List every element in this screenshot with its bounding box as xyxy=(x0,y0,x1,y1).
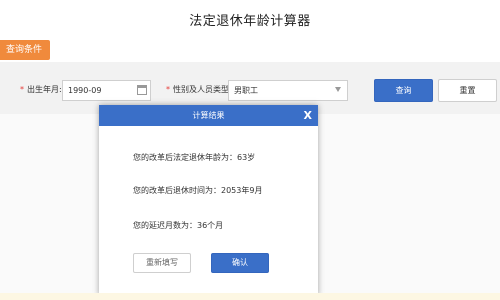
retirement-date-text: 您的改革后退休时间为：2053年9月 xyxy=(133,186,263,195)
birth-date-input[interactable]: 1990-09 xyxy=(62,80,151,101)
chevron-down-icon xyxy=(335,87,341,92)
refill-button[interactable]: 重新填写 xyxy=(133,253,191,273)
result-dialog: 计算结果 X 您的改革后法定退休年龄为：63岁 您的改革后退休时间为：2053年… xyxy=(99,105,318,296)
birth-label-group: * 出生年月: xyxy=(20,85,62,95)
birth-label: 出生年月: xyxy=(27,85,62,94)
dialog-header: 计算结果 X xyxy=(99,105,318,126)
calendar-icon[interactable] xyxy=(137,85,147,95)
birth-date-value: 1990-09 xyxy=(68,86,102,95)
required-marker: * xyxy=(166,85,170,94)
category-value: 男职工 xyxy=(234,86,258,95)
query-button[interactable]: 查询 xyxy=(374,79,433,102)
category-label: 性别及人员类型: xyxy=(173,85,232,94)
confirm-button[interactable]: 确认 xyxy=(211,253,269,273)
reset-button[interactable]: 重置 xyxy=(438,79,497,102)
page-title: 法定退休年龄计算器 xyxy=(189,14,311,29)
delay-months-text: 您的延迟月数为：36个月 xyxy=(133,221,224,230)
category-select[interactable]: 男职工 xyxy=(228,80,348,101)
section-tab-query-conditions: 查询条件 xyxy=(0,40,51,60)
retirement-age-text: 您的改革后法定退休年龄为：63岁 xyxy=(133,153,256,162)
dialog-title: 计算结果 xyxy=(192,111,225,120)
required-marker: * xyxy=(20,85,24,94)
category-label-group: * 性别及人员类型: xyxy=(166,85,232,95)
close-icon[interactable]: X xyxy=(304,105,312,126)
bottom-strip xyxy=(0,293,500,300)
